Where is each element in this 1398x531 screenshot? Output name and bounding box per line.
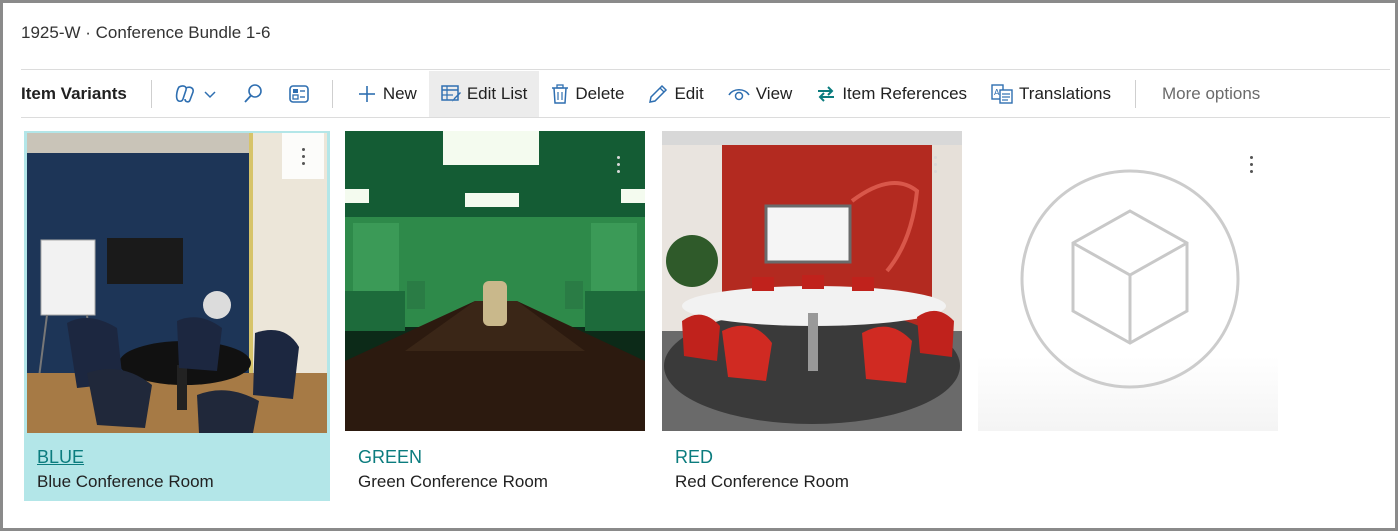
variant-tile-red[interactable]: RED Red Conference Room [662, 131, 968, 501]
more-vertical-icon [616, 155, 620, 173]
action-toolbar: Item Variants New Edit List Delete Edit … [21, 71, 1390, 117]
new-button-label: New [382, 84, 417, 103]
variant-tile-blue[interactable]: BLUE Blue Conference Room [24, 131, 330, 501]
tile-more-button[interactable] [914, 141, 956, 187]
copilot-icon [175, 85, 194, 103]
search-button[interactable] [228, 71, 278, 117]
variant-code[interactable]: GREEN [358, 447, 422, 468]
item-references-button[interactable]: Item References [804, 71, 979, 117]
divider [21, 117, 1390, 118]
tile-more-button[interactable] [1230, 141, 1272, 187]
translations-button[interactable]: A Translations [979, 71, 1123, 117]
variant-code[interactable]: RED [675, 447, 713, 468]
translations-button-label: Translations [1019, 84, 1112, 103]
variant-description: Red Conference Room [675, 472, 849, 491]
more-vertical-icon [933, 155, 937, 173]
trash-icon [552, 84, 569, 104]
variant-description: Green Conference Room [358, 472, 548, 491]
edit-button-label: Edit [674, 84, 704, 103]
variant-tile-green[interactable]: GREEN Green Conference Room [345, 131, 651, 501]
layout-button[interactable] [278, 71, 320, 117]
pencil-icon [649, 84, 668, 103]
toolbar-separator [1135, 80, 1137, 108]
item-references-button-label: Item References [842, 84, 968, 103]
edit-button[interactable]: Edit [636, 71, 715, 117]
edit-list-icon [441, 85, 461, 102]
more-vertical-icon [301, 147, 305, 165]
page-title: 1925-W · Conference Bundle 1-6 [21, 23, 271, 42]
variant-description: Blue Conference Room [37, 472, 214, 491]
edit-list-button-label: Edit List [466, 84, 528, 103]
view-button-label: View [755, 84, 793, 103]
eye-icon [728, 89, 750, 101]
toolbar-separator [331, 80, 333, 108]
new-button[interactable]: New [345, 71, 429, 117]
variant-tile-empty[interactable] [978, 131, 1284, 501]
more-vertical-icon [1249, 155, 1253, 173]
delete-button-label: Delete [575, 84, 625, 103]
section-title: Item Variants [21, 84, 127, 103]
toolbar-separator [150, 80, 152, 108]
copilot-button[interactable] [164, 71, 228, 117]
divider [21, 69, 1390, 70]
window-frame: 1925-W · Conference Bundle 1-6 Item Vari… [0, 0, 1398, 531]
svg-text:A: A [994, 88, 1000, 97]
search-icon [244, 84, 262, 103]
delete-button[interactable]: Delete [539, 71, 636, 117]
tile-more-button[interactable] [597, 141, 639, 187]
plus-icon [358, 86, 375, 102]
chevron-down-icon [204, 91, 216, 99]
more-options-button[interactable]: More options [1148, 84, 1274, 104]
swap-arrows-icon [818, 86, 835, 102]
translate-icon: A [991, 84, 1013, 104]
view-button[interactable]: View [716, 71, 805, 117]
tile-more-button[interactable] [282, 133, 324, 179]
edit-list-button[interactable]: Edit List [428, 71, 540, 117]
variant-code[interactable]: BLUE [37, 447, 84, 468]
layout-icon [289, 85, 309, 103]
